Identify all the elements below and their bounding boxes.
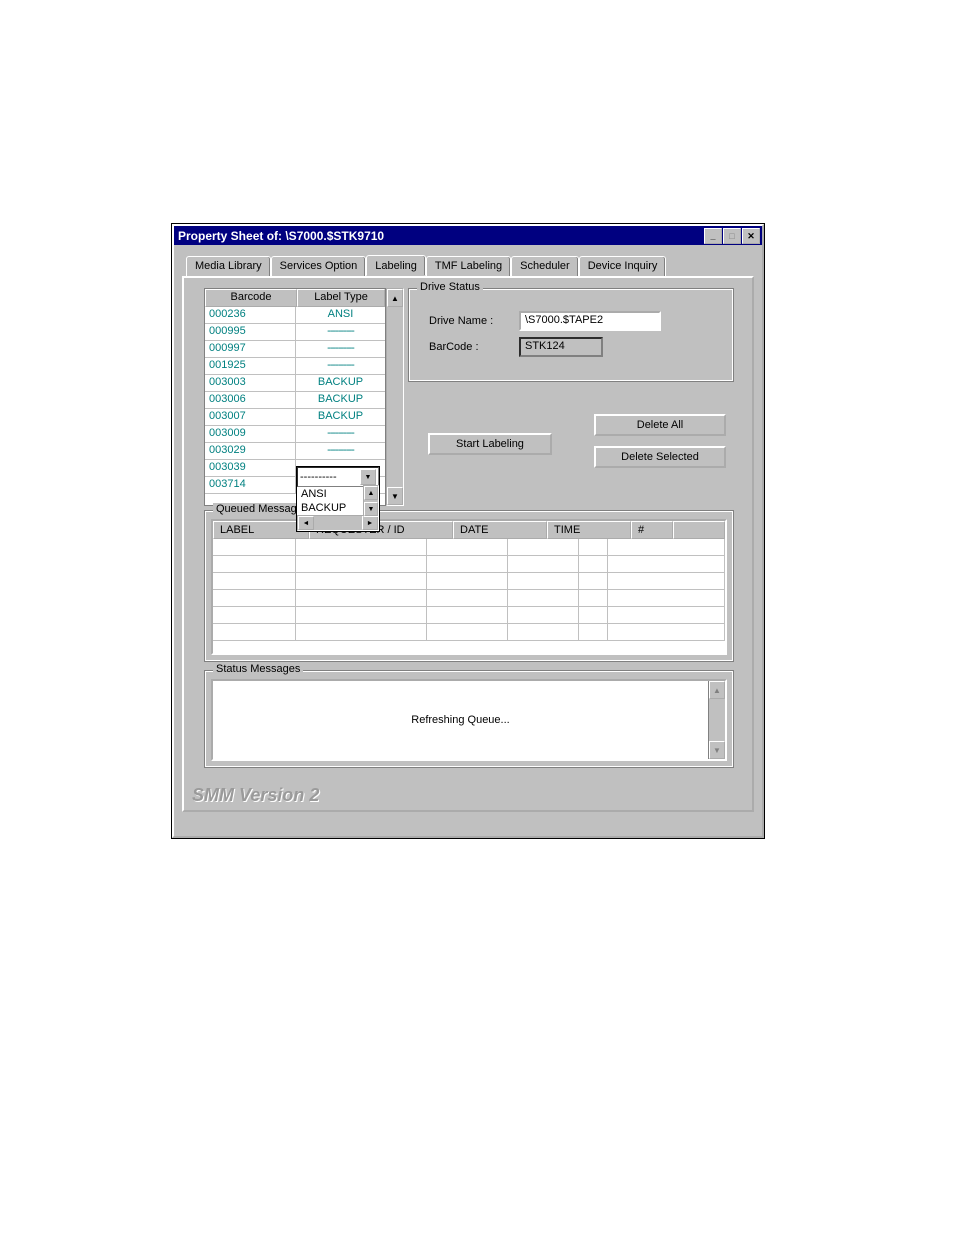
barcode-row[interactable]: 003006BACKUP — [205, 392, 385, 409]
barcode-row[interactable]: 003009---------- — [205, 426, 385, 443]
queue-col-blank — [673, 521, 725, 539]
queued-messages-table[interactable]: LABEL REQUESTER / ID DATE TIME # — [211, 519, 727, 655]
barcode-row[interactable]: 003003BACKUP — [205, 375, 385, 392]
queued-messages-group: Queued Messages LABEL REQUESTER / ID DAT… — [204, 510, 734, 662]
barcode-row[interactable]: 000236ANSI — [205, 307, 385, 324]
barcode-label: BarCode : — [429, 341, 519, 353]
close-button[interactable]: ✕ — [742, 228, 760, 244]
scroll-down-icon[interactable]: ▼ — [387, 487, 403, 505]
tab-strip: Media Library Services Option Labeling T… — [186, 255, 754, 276]
queue-col-hash[interactable]: # — [631, 521, 673, 539]
barcode-row[interactable]: 003007BACKUP — [205, 409, 385, 426]
col-header-labeltype[interactable]: Label Type — [297, 289, 385, 307]
dropdown-vscroll[interactable]: ▲▼ — [363, 485, 379, 517]
queue-col-date[interactable]: DATE — [453, 521, 547, 539]
scroll-down-icon[interactable]: ▼ — [709, 741, 725, 759]
status-scrollbar[interactable]: ▲ ▼ — [708, 681, 725, 759]
tab-tmf-labeling[interactable]: TMF Labeling — [426, 256, 511, 277]
scroll-up-icon[interactable]: ▲ — [709, 681, 725, 699]
barcode-field: STK124 — [519, 337, 603, 357]
barcode-scrollbar[interactable]: ▲ ▼ — [386, 288, 404, 506]
tab-labeling[interactable]: Labeling — [366, 255, 426, 276]
barcode-row[interactable]: 001925---------- — [205, 358, 385, 375]
maximize-button: □ — [723, 228, 741, 244]
scroll-up-icon[interactable]: ▲ — [387, 289, 403, 307]
labeltype-dropdown[interactable]: ---------- ▼ ANSIBACKUP ▲▼ ◄► — [296, 466, 380, 532]
status-messages-legend: Status Messages — [213, 663, 303, 675]
delete-selected-button[interactable]: Delete Selected — [594, 446, 726, 468]
drive-status-legend: Drive Status — [417, 281, 483, 293]
status-messages-group: Status Messages Refreshing Queue... ▲ ▼ — [204, 670, 734, 768]
queue-col-time[interactable]: TIME — [547, 521, 631, 539]
window-title: Property Sheet of: \S7000.$STK9710 — [178, 229, 384, 243]
barcode-row[interactable]: 000995---------- — [205, 324, 385, 341]
footer-brand: SMM Version 2 — [192, 785, 319, 806]
drive-status-group: Drive Status Drive Name : \S7000.$TAPE2 … — [408, 288, 734, 382]
queue-col-label[interactable]: LABEL — [213, 521, 309, 539]
titlebar: Property Sheet of: \S7000.$STK9710 _ □ ✕ — [174, 226, 762, 245]
tab-panel-labeling: Barcode Label Type 000236ANSI000995-----… — [182, 276, 754, 812]
barcode-row[interactable]: 003029---------- — [205, 443, 385, 460]
tab-media-library[interactable]: Media Library — [186, 256, 271, 277]
tab-scheduler[interactable]: Scheduler — [511, 256, 579, 277]
delete-all-button[interactable]: Delete All — [594, 414, 726, 436]
status-message-text: Refreshing Queue... — [213, 681, 708, 759]
col-header-barcode[interactable]: Barcode — [205, 289, 297, 307]
drive-name-label: Drive Name : — [429, 315, 519, 327]
dropdown-hscroll[interactable]: ◄► — [297, 515, 379, 531]
tab-device-inquiry[interactable]: Device Inquiry — [579, 256, 667, 277]
drive-name-field[interactable]: \S7000.$TAPE2 — [519, 311, 661, 331]
property-sheet-window: Property Sheet of: \S7000.$STK9710 _ □ ✕… — [172, 224, 764, 838]
barcode-row[interactable]: 000997---------- — [205, 341, 385, 358]
chevron-down-icon[interactable]: ▼ — [360, 469, 376, 485]
minimize-button[interactable]: _ — [704, 228, 722, 244]
dropdown-selected: ---------- — [300, 471, 337, 483]
start-labeling-button[interactable]: Start Labeling — [428, 433, 552, 455]
tab-services-option[interactable]: Services Option — [271, 256, 367, 277]
